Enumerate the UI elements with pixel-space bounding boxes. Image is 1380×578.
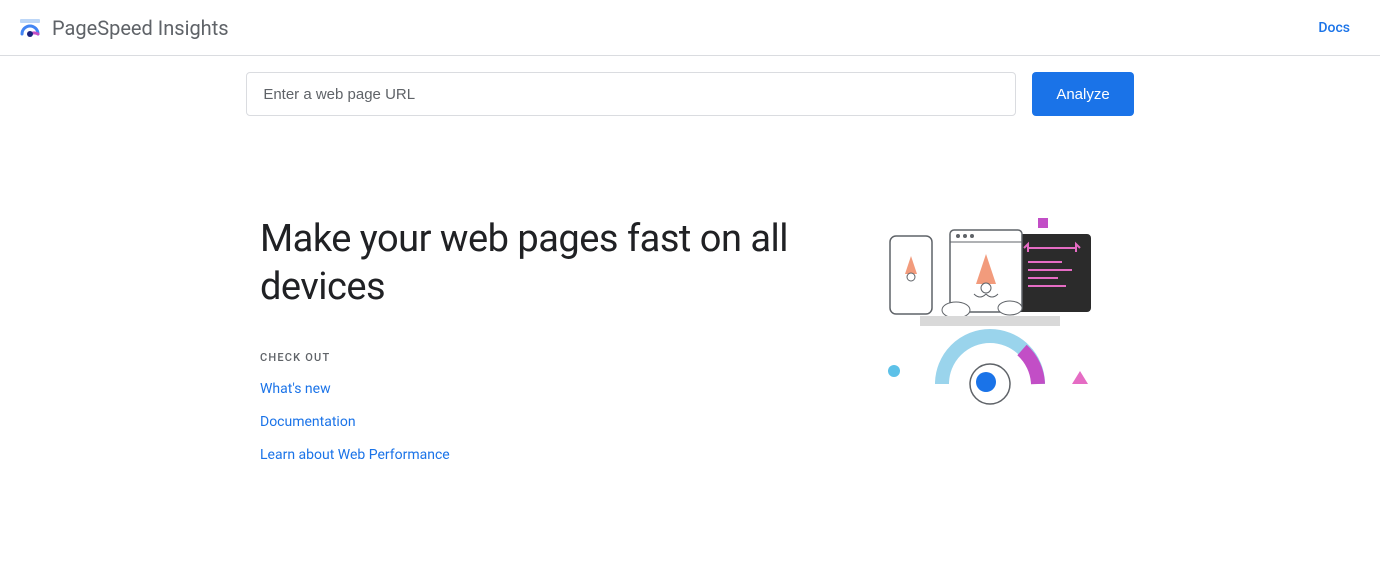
hero-illustration [880,216,1120,416]
learn-web-performance-link[interactable]: Learn about Web Performance [260,447,450,463]
list-item: What's new [260,378,840,397]
docs-link[interactable]: Docs [1306,12,1362,44]
url-input[interactable] [246,72,1016,116]
documentation-link[interactable]: Documentation [260,414,356,430]
hero-heading: Make your web pages fast on all devices [260,216,840,311]
header-left: PageSpeed Insights [18,16,229,40]
search-row: Analyze [120,72,1260,116]
hero-text: Make your web pages fast on all devices … [260,216,840,477]
hero-section: Make your web pages fast on all devices … [240,216,1140,477]
links-list: What's new Documentation Learn about Web… [260,378,840,463]
list-item: Documentation [260,411,840,430]
header-title: PageSpeed Insights [52,16,229,40]
whats-new-link[interactable]: What's new [260,381,331,397]
analyze-button[interactable]: Analyze [1032,72,1133,116]
header: PageSpeed Insights Docs [0,0,1380,56]
pagespeed-logo-icon [18,16,42,40]
list-item: Learn about Web Performance [260,444,840,463]
check-out-label: CHECK OUT [260,351,840,364]
